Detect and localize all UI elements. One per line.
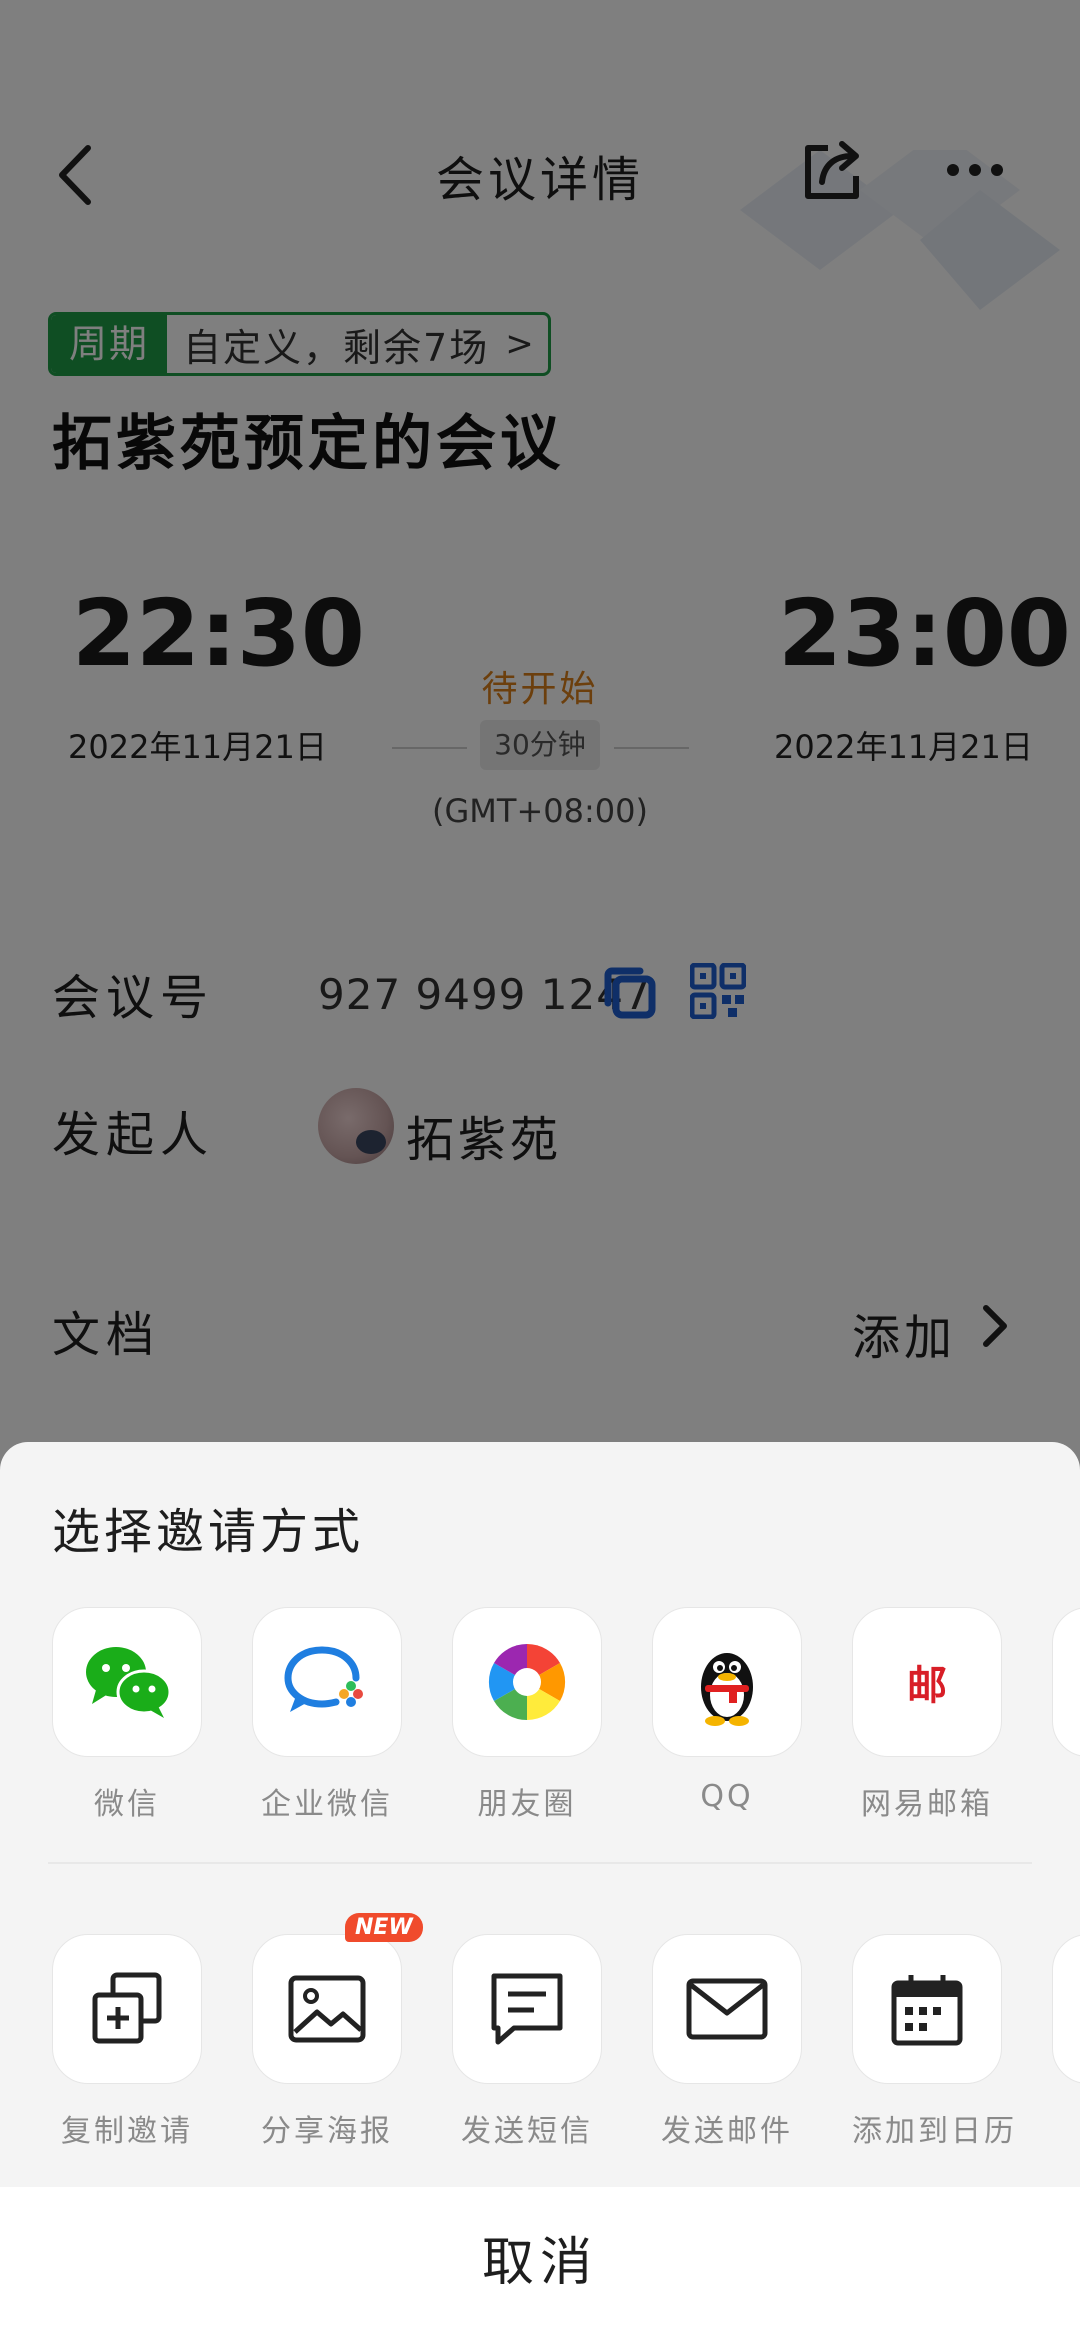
send-sms-button[interactable]: 发送短信: [452, 1934, 602, 2150]
action-label: 发送短信: [461, 2114, 593, 2149]
share-netease-mail[interactable]: 邮 网易邮箱: [852, 1607, 1002, 1823]
sheet-divider: [48, 1862, 1032, 1864]
share-moments[interactable]: 朋友圈: [452, 1607, 602, 1823]
action-label: 分享海报: [261, 2114, 393, 2149]
share-label: 朋友圈: [477, 1787, 577, 1822]
moments-icon: [488, 1643, 566, 1721]
share-poster-button[interactable]: NEW 分享海报: [252, 1913, 423, 2150]
qq-icon: [701, 1653, 753, 1726]
share-label: 企业微信: [261, 1787, 393, 1822]
send-email-button[interactable]: 发送邮件: [652, 1934, 802, 2150]
share-qq[interactable]: QQ: [652, 1607, 802, 1814]
copy-invite-button[interactable]: 复制邀请: [52, 1934, 202, 2150]
share-wechat[interactable]: 微信: [52, 1607, 202, 1823]
share-label: QQ: [700, 1779, 754, 1814]
share-label: 网易邮箱: [861, 1787, 993, 1822]
copy-invite-icon: [92, 1972, 162, 2044]
share-label: 微信: [94, 1787, 160, 1822]
poster-icon: [288, 1975, 366, 2043]
email-icon: [686, 1978, 768, 2040]
calendar-icon: [891, 1975, 963, 2046]
netease-mail-icon: 邮: [907, 1663, 947, 1709]
share-wecom[interactable]: 企业微信: [252, 1607, 402, 1823]
sheet-title: 选择邀请方式: [52, 1504, 365, 1560]
new-badge: NEW: [345, 1913, 423, 1942]
invite-sheet: 选择邀请方式 微信 企业微信 朋友圈 QQ 邮 网易邮箱 复制邀请 NEW 分享…: [0, 1442, 1080, 2340]
action-label: 发送邮件: [661, 2114, 793, 2149]
wechat-icon: [86, 1647, 172, 1718]
wecom-icon: [284, 1646, 363, 1712]
action-more-partial[interactable]: [1052, 1934, 1080, 2084]
add-to-calendar-button[interactable]: 添加到日历: [852, 1934, 1017, 2150]
action-label: 添加到日历: [852, 2114, 1017, 2149]
sms-icon: [491, 1973, 563, 2045]
cancel-button[interactable]: 取消: [0, 2187, 1080, 2340]
share-more-partial[interactable]: [1052, 1607, 1080, 1757]
action-label: 复制邀请: [61, 2114, 193, 2149]
